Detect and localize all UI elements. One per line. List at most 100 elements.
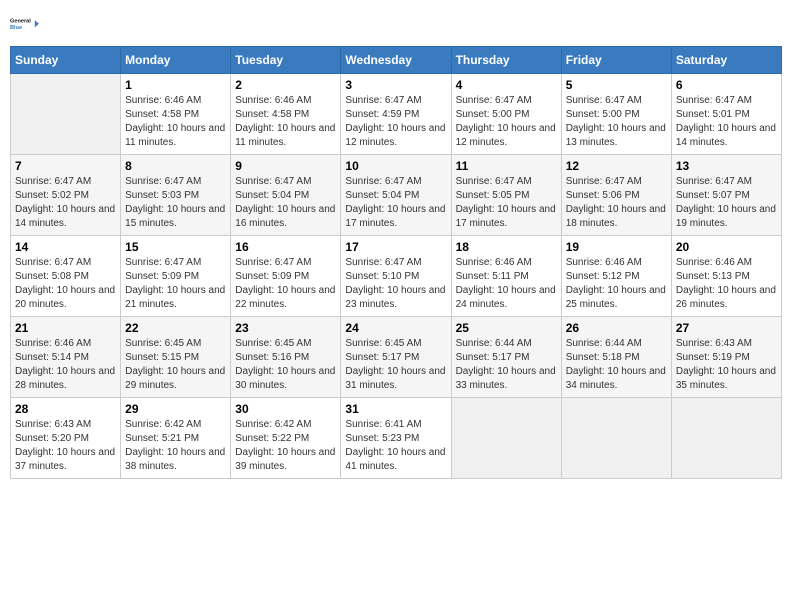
day-info: Sunrise: 6:47 AMSunset: 5:02 PMDaylight:… <box>15 175 116 231</box>
day-number: 7 <box>15 159 116 173</box>
header-day-saturday: Saturday <box>671 47 781 74</box>
page-header: GeneralBlue <box>10 10 782 38</box>
day-number: 22 <box>125 321 226 335</box>
day-info: Sunrise: 6:46 AMSunset: 4:58 PMDaylight:… <box>125 94 226 150</box>
day-number: 28 <box>15 402 116 416</box>
day-info: Sunrise: 6:47 AMSunset: 5:08 PMDaylight:… <box>15 256 116 312</box>
calendar-cell: 26 Sunrise: 6:44 AMSunset: 5:18 PMDayligh… <box>561 317 671 398</box>
day-number: 27 <box>676 321 777 335</box>
calendar-cell <box>561 398 671 479</box>
day-number: 13 <box>676 159 777 173</box>
day-number: 6 <box>676 78 777 92</box>
calendar-table: SundayMondayTuesdayWednesdayThursdayFrid… <box>10 46 782 479</box>
day-number: 2 <box>235 78 336 92</box>
calendar-cell: 11 Sunrise: 6:47 AMSunset: 5:05 PMDayligh… <box>451 155 561 236</box>
day-info: Sunrise: 6:45 AMSunset: 5:16 PMDaylight:… <box>235 337 336 393</box>
header-day-thursday: Thursday <box>451 47 561 74</box>
calendar-cell: 4Sunrise: 6:47 AMSunset: 5:00 PMDaylight… <box>451 74 561 155</box>
calendar-cell: 31 Sunrise: 6:41 AMSunset: 5:23 PMDayligh… <box>341 398 451 479</box>
day-info: Sunrise: 6:47 AMSunset: 4:59 PMDaylight:… <box>345 94 446 150</box>
day-number: 14 <box>15 240 116 254</box>
day-number: 1 <box>125 78 226 92</box>
calendar-cell: 1 Sunrise: 6:46 AMSunset: 4:58 PMDaylight… <box>121 74 231 155</box>
calendar-cell <box>451 398 561 479</box>
calendar-cell: 28 Sunrise: 6:43 AMSunset: 5:20 PMDayligh… <box>11 398 121 479</box>
calendar-cell: 10 Sunrise: 6:47 AMSunset: 5:04 PMDayligh… <box>341 155 451 236</box>
day-number: 5 <box>566 78 667 92</box>
day-info: Sunrise: 6:46 AMSunset: 5:13 PMDaylight:… <box>676 256 777 312</box>
day-info: Sunrise: 6:46 AMSunset: 4:58 PMDaylight:… <box>235 94 336 150</box>
day-info: Sunrise: 6:47 AMSunset: 5:09 PMDaylight:… <box>235 256 336 312</box>
week-row-4: 21Sunrise: 6:46 AMSunset: 5:14 PMDayligh… <box>11 317 782 398</box>
calendar-cell <box>671 398 781 479</box>
calendar-cell: 12Sunrise: 6:47 AMSunset: 5:06 PMDayligh… <box>561 155 671 236</box>
header-day-wednesday: Wednesday <box>341 47 451 74</box>
calendar-cell: 24 Sunrise: 6:45 AMSunset: 5:17 PMDayligh… <box>341 317 451 398</box>
day-number: 18 <box>456 240 557 254</box>
day-info: Sunrise: 6:47 AMSunset: 5:05 PMDaylight:… <box>456 175 557 231</box>
day-number: 29 <box>125 402 226 416</box>
logo-icon: GeneralBlue <box>10 10 42 38</box>
calendar-cell: 3 Sunrise: 6:47 AMSunset: 4:59 PMDaylight… <box>341 74 451 155</box>
day-number: 21 <box>15 321 116 335</box>
calendar-cell: 2 Sunrise: 6:46 AMSunset: 4:58 PMDaylight… <box>231 74 341 155</box>
calendar-cell: 14 Sunrise: 6:47 AMSunset: 5:08 PMDayligh… <box>11 236 121 317</box>
day-info: Sunrise: 6:45 AMSunset: 5:17 PMDaylight:… <box>345 337 446 393</box>
week-row-3: 14 Sunrise: 6:47 AMSunset: 5:08 PMDayligh… <box>11 236 782 317</box>
calendar-cell: 19 Sunrise: 6:46 AMSunset: 5:12 PMDayligh… <box>561 236 671 317</box>
week-row-1: 1 Sunrise: 6:46 AMSunset: 4:58 PMDaylight… <box>11 74 782 155</box>
calendar-body: 1 Sunrise: 6:46 AMSunset: 4:58 PMDaylight… <box>11 74 782 479</box>
week-row-5: 28 Sunrise: 6:43 AMSunset: 5:20 PMDayligh… <box>11 398 782 479</box>
calendar-cell: 16Sunrise: 6:47 AMSunset: 5:09 PMDayligh… <box>231 236 341 317</box>
day-number: 9 <box>235 159 336 173</box>
day-number: 10 <box>345 159 446 173</box>
day-number: 11 <box>456 159 557 173</box>
day-number: 25 <box>456 321 557 335</box>
day-info: Sunrise: 6:44 AMSunset: 5:18 PMDaylight:… <box>566 337 667 393</box>
calendar-cell: 5 Sunrise: 6:47 AMSunset: 5:00 PMDaylight… <box>561 74 671 155</box>
day-number: 24 <box>345 321 446 335</box>
calendar-cell: 15Sunrise: 6:47 AMSunset: 5:09 PMDayligh… <box>121 236 231 317</box>
day-info: Sunrise: 6:46 AMSunset: 5:11 PMDaylight:… <box>456 256 557 312</box>
day-info: Sunrise: 6:47 AMSunset: 5:10 PMDaylight:… <box>345 256 446 312</box>
day-number: 31 <box>345 402 446 416</box>
calendar-cell: 25Sunrise: 6:44 AMSunset: 5:17 PMDayligh… <box>451 317 561 398</box>
header-day-monday: Monday <box>121 47 231 74</box>
calendar-cell: 17 Sunrise: 6:47 AMSunset: 5:10 PMDayligh… <box>341 236 451 317</box>
calendar-cell: 27Sunrise: 6:43 AMSunset: 5:19 PMDayligh… <box>671 317 781 398</box>
calendar-cell: 9 Sunrise: 6:47 AMSunset: 5:04 PMDaylight… <box>231 155 341 236</box>
calendar-cell: 20 Sunrise: 6:46 AMSunset: 5:13 PMDayligh… <box>671 236 781 317</box>
day-number: 19 <box>566 240 667 254</box>
svg-text:Blue: Blue <box>10 25 22 31</box>
day-number: 30 <box>235 402 336 416</box>
day-number: 26 <box>566 321 667 335</box>
logo: GeneralBlue <box>10 10 42 38</box>
day-info: Sunrise: 6:47 AMSunset: 5:03 PMDaylight:… <box>125 175 226 231</box>
svg-text:General: General <box>10 19 31 25</box>
header-row: SundayMondayTuesdayWednesdayThursdayFrid… <box>11 47 782 74</box>
day-info: Sunrise: 6:41 AMSunset: 5:23 PMDaylight:… <box>345 418 446 474</box>
day-info: Sunrise: 6:45 AMSunset: 5:15 PMDaylight:… <box>125 337 226 393</box>
day-number: 4 <box>456 78 557 92</box>
calendar-header: SundayMondayTuesdayWednesdayThursdayFrid… <box>11 47 782 74</box>
day-info: Sunrise: 6:47 AMSunset: 5:04 PMDaylight:… <box>235 175 336 231</box>
calendar-cell: 18 Sunrise: 6:46 AMSunset: 5:11 PMDayligh… <box>451 236 561 317</box>
day-number: 15 <box>125 240 226 254</box>
day-info: Sunrise: 6:42 AMSunset: 5:21 PMDaylight:… <box>125 418 226 474</box>
calendar-cell: 13 Sunrise: 6:47 AMSunset: 5:07 PMDayligh… <box>671 155 781 236</box>
day-number: 23 <box>235 321 336 335</box>
day-info: Sunrise: 6:47 AMSunset: 5:00 PMDaylight:… <box>566 94 667 150</box>
calendar-cell: 22 Sunrise: 6:45 AMSunset: 5:15 PMDayligh… <box>121 317 231 398</box>
day-info: Sunrise: 6:43 AMSunset: 5:20 PMDaylight:… <box>15 418 116 474</box>
day-info: Sunrise: 6:47 AMSunset: 5:04 PMDaylight:… <box>345 175 446 231</box>
header-day-sunday: Sunday <box>11 47 121 74</box>
day-info: Sunrise: 6:46 AMSunset: 5:12 PMDaylight:… <box>566 256 667 312</box>
day-number: 20 <box>676 240 777 254</box>
calendar-cell: 29 Sunrise: 6:42 AMSunset: 5:21 PMDayligh… <box>121 398 231 479</box>
day-number: 3 <box>345 78 446 92</box>
day-number: 12 <box>566 159 667 173</box>
calendar-cell: 8Sunrise: 6:47 AMSunset: 5:03 PMDaylight… <box>121 155 231 236</box>
day-number: 17 <box>345 240 446 254</box>
calendar-cell: 30Sunrise: 6:42 AMSunset: 5:22 PMDayligh… <box>231 398 341 479</box>
day-info: Sunrise: 6:47 AMSunset: 5:07 PMDaylight:… <box>676 175 777 231</box>
